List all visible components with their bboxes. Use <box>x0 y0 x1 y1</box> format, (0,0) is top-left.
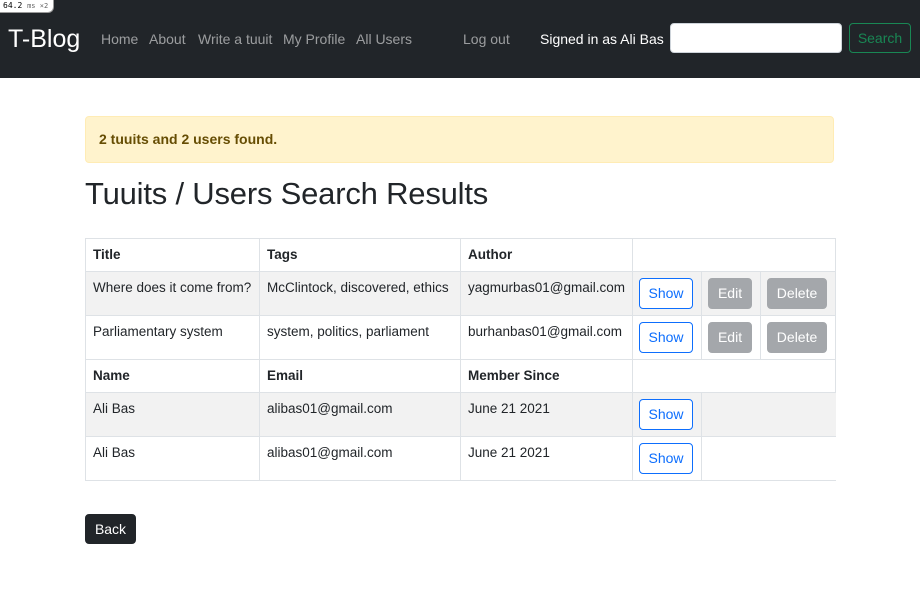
column-header-author: Author <box>459 238 634 272</box>
column-header-title: Title <box>85 238 260 272</box>
tuuit-show-cell: Show <box>632 315 703 360</box>
show-user-button[interactable]: Show <box>639 399 694 430</box>
nav-link-my-profile[interactable]: My Profile <box>283 31 345 47</box>
column-header-name: Name <box>85 359 260 393</box>
user-row: Ali Bas alibas01@gmail.com June 21 2021 … <box>85 392 836 437</box>
navbar: T-Blog Home About Write a tuuit My Profi… <box>0 0 920 78</box>
tuuit-author: burhanbas01@gmail.com <box>459 315 634 360</box>
page-title: Tuuits / Users Search Results <box>85 176 489 211</box>
user-member-since: June 21 2021 <box>459 392 634 437</box>
tuuit-edit-cell: Edit <box>701 315 762 360</box>
perf-value: 64.2 <box>3 1 23 10</box>
signed-in-text: Signed in as Ali Bas <box>540 31 664 47</box>
user-email: alibas01@gmail.com <box>259 392 461 437</box>
tuuit-title: Where does it come from? <box>85 271 260 316</box>
user-name: Ali Bas <box>85 392 260 437</box>
show-tuuit-button[interactable]: Show <box>639 322 694 353</box>
perf-unit: ms ×2 <box>27 2 49 10</box>
tuuit-author: yagmurbas01@gmail.com <box>459 271 634 316</box>
tuuits-header-row: Title Tags Author <box>85 238 837 272</box>
perf-badge: 64.2 ms ×2 <box>0 0 55 13</box>
delete-tuuit-button[interactable]: Delete <box>767 322 828 353</box>
search-input[interactable] <box>670 23 842 53</box>
tuuit-tags: McClintock, discovered, ethics <box>259 271 461 316</box>
results-alert: 2 tuuits and 2 users found. <box>85 116 834 163</box>
brand-logo[interactable]: T-Blog <box>8 24 80 54</box>
tuuit-show-cell: Show <box>632 271 703 316</box>
user-name: Ali Bas <box>85 436 260 481</box>
column-header-member-since: Member Since <box>459 359 634 393</box>
delete-tuuit-button[interactable]: Delete <box>767 278 828 309</box>
column-header-actions <box>632 238 837 272</box>
user-email: alibas01@gmail.com <box>259 436 461 481</box>
tuuit-row: Parliamentary system system, politics, p… <box>85 315 837 360</box>
nav-link-log-out[interactable]: Log out <box>463 31 510 47</box>
nav-link-about[interactable]: About <box>149 31 186 47</box>
nav-link-home[interactable]: Home <box>101 31 138 47</box>
user-member-since: June 21 2021 <box>459 436 634 481</box>
show-tuuit-button[interactable]: Show <box>639 278 694 309</box>
edit-tuuit-button[interactable]: Edit <box>708 278 753 309</box>
user-empty-cell <box>701 392 836 437</box>
tuuit-tags: system, politics, parliament <box>259 315 461 360</box>
column-header-tags: Tags <box>259 238 461 272</box>
show-user-button[interactable]: Show <box>639 443 694 474</box>
search-button[interactable]: Search <box>849 23 911 53</box>
nav-link-all-users[interactable]: All Users <box>356 31 412 47</box>
tuuit-edit-cell: Edit <box>701 271 762 316</box>
edit-tuuit-button[interactable]: Edit <box>708 322 753 353</box>
tuuit-title: Parliamentary system <box>85 315 260 360</box>
user-empty-cell <box>701 436 836 481</box>
users-header-row: Name Email Member Since <box>85 359 837 393</box>
tuuit-row: Where does it come from? McClintock, dis… <box>85 271 837 316</box>
results-table: Title Tags Author Where does it come fro… <box>85 238 837 481</box>
back-button[interactable]: Back <box>85 514 136 544</box>
column-header-email: Email <box>259 359 461 393</box>
nav-link-write-tuuit[interactable]: Write a tuuit <box>198 31 272 47</box>
tuuit-delete-cell: Delete <box>760 315 837 360</box>
user-row: Ali Bas alibas01@gmail.com June 21 2021 … <box>85 436 836 481</box>
column-header-user-actions <box>632 359 837 393</box>
tuuit-delete-cell: Delete <box>760 271 837 316</box>
user-show-cell: Show <box>632 392 703 437</box>
user-show-cell: Show <box>632 436 703 481</box>
